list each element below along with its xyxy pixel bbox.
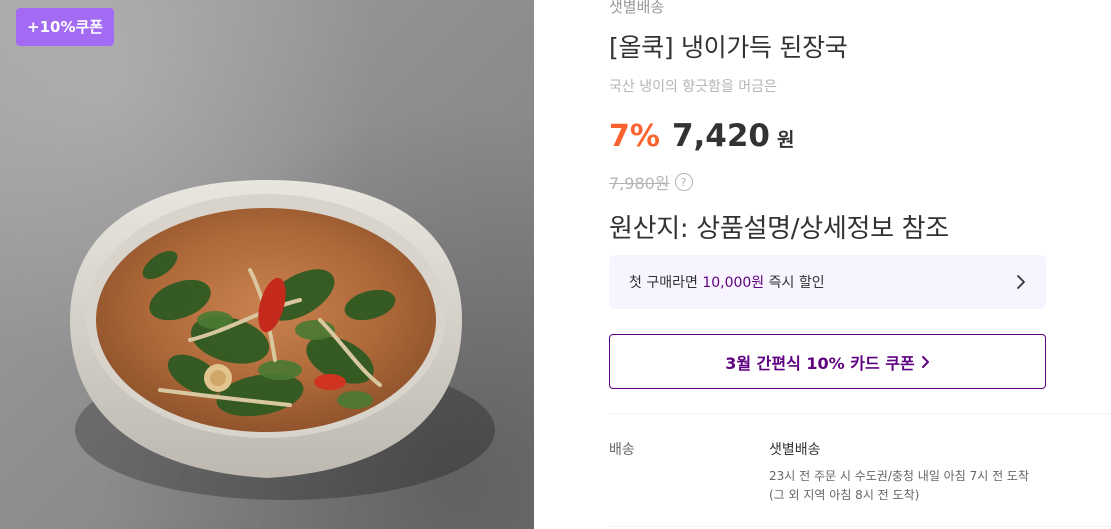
- soup-bowl-illustration: [70, 180, 495, 500]
- product-subtitle: 국산 냉이의 향긋함을 머금은: [609, 79, 777, 95]
- original-price-row: 7,980원 ?: [609, 170, 693, 194]
- product-info: 샛별배송 [올쿡] 냉이가득 된장국 국산 냉이의 향긋함을 머금은 7% 7,…: [609, 0, 1111, 529]
- promo-highlight: 10,000원: [702, 275, 765, 291]
- promo-text: 첫 구매라면 10,000원 즉시 할인: [629, 272, 825, 292]
- discount-rate: 7%: [609, 119, 660, 154]
- original-price: 7,980원: [609, 174, 670, 193]
- shipping-desc-line2: (그 외 지역 아침 8시 전 도착): [769, 488, 920, 502]
- section-divider: [609, 413, 1111, 414]
- promo-prefix: 첫 구매라면: [629, 275, 703, 291]
- price-row: 7% 7,420 원: [609, 118, 794, 164]
- question-icon[interactable]: ?: [674, 173, 693, 191]
- shipping-detail: 샛별배송 23시 전 주문 시 수도권/충청 내일 아침 7시 전 도착 (그 …: [769, 439, 1069, 505]
- product-title: [올쿡] 냉이가득 된장국: [609, 33, 848, 62]
- delivery-tag: 샛별배송: [609, 0, 665, 16]
- coupon-badge: +10%쿠폰: [16, 8, 115, 46]
- origin-info: 원산지: 상품설명/상세정보 참조: [609, 214, 949, 244]
- first-purchase-promo-banner[interactable]: 첫 구매라면 10,000원 즉시 할인: [609, 255, 1046, 309]
- product-detail-page: +10%쿠폰 샛별배송 [올쿡] 냉이가득 된장국 국산 냉이의 향긋함을 머금…: [0, 0, 1111, 529]
- product-image: +10%쿠폰: [0, 0, 534, 529]
- chevron-right-icon: [921, 355, 930, 369]
- sale-price: 7,420: [671, 118, 770, 154]
- currency-unit: 원: [777, 129, 795, 151]
- shipping-desc-line1: 23시 전 주문 시 수도권/충청 내일 아침 7시 전 도착: [769, 469, 1029, 483]
- promo-suffix: 즉시 할인: [764, 275, 825, 291]
- shipping-label: 배송: [609, 442, 635, 458]
- section-divider-bottom: [609, 526, 1111, 527]
- card-coupon-label: 3월 간편식 10% 카드 쿠폰: [725, 353, 915, 373]
- shipping-title: 샛별배송: [769, 442, 821, 458]
- card-coupon-button[interactable]: 3월 간편식 10% 카드 쿠폰: [609, 334, 1046, 389]
- chevron-right-icon: [1014, 275, 1028, 289]
